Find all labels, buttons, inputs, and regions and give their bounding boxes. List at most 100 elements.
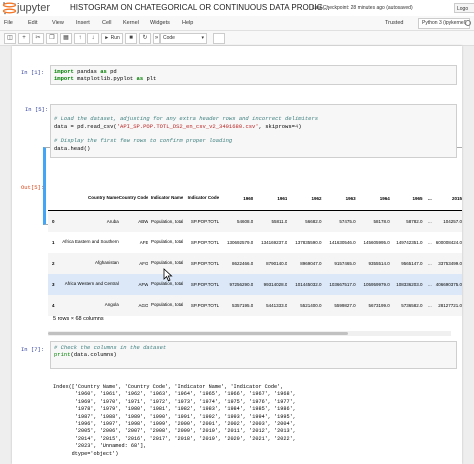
columns-output: Index(['Country Name', 'Country Code', '… (53, 384, 296, 457)
table-cell: Africa Eastern and Southern (62, 239, 119, 245)
table-cell: 141630546.0 (329, 239, 356, 245)
menu-insert[interactable]: Insert (76, 20, 90, 26)
table-cell: AFW (138, 281, 149, 287)
stop-icon[interactable]: ■ (125, 33, 137, 44)
table-header: Country Name (62, 186, 119, 211)
table-cell: Afghanistan (94, 260, 119, 266)
kernel-indicator[interactable]: Python 3 (ipykernel) (418, 18, 471, 29)
run-label: Run (110, 35, 120, 41)
move-up-icon[interactable]: ↑ (74, 33, 86, 44)
table-cell: 406690375.0 (435, 281, 462, 287)
table-cell: 54608.0 (237, 218, 254, 224)
menu-file[interactable]: File (4, 20, 13, 26)
table-cell: SP.POP.TOTL (190, 281, 220, 287)
notebook-title[interactable]: HISTOGRAM ON CHATEGORICAL OR CONTINUOUS … (70, 3, 330, 12)
in-prompt-5: In [5]: (25, 106, 49, 113)
table-cell: 103667517.0 (329, 281, 356, 287)
table-cell: SP.POP.TOTL (190, 218, 220, 224)
menu-cell[interactable]: Cell (102, 20, 111, 26)
in-prompt-1: In [1]: (21, 69, 45, 76)
table-header: 1965 (389, 186, 423, 211)
table-row-hovered: 3 Africa Western and Central AFW Populat… (48, 273, 462, 295)
paste-icon[interactable]: ▦ (60, 33, 72, 44)
table-cell: 8969047.0 (300, 260, 322, 266)
kernel-status-icon (465, 20, 471, 26)
table-cell: 5736582.0 (401, 302, 423, 308)
scrollbar-thumb[interactable] (48, 332, 348, 335)
menubar: File Edit View Insert Cell Kernel Widget… (0, 16, 474, 31)
table-cell: Population, total (151, 239, 184, 245)
table-cell: 137835590.0 (295, 239, 322, 245)
table-cell: 145605995.0 (363, 239, 390, 245)
table-cell: 97256290.0 (229, 281, 254, 287)
logout-button[interactable]: Logo (454, 3, 474, 13)
code-cell-7[interactable]: # Check the columns in the dataset print… (50, 341, 457, 369)
menu-edit[interactable]: Edit (28, 20, 37, 26)
table-header: Indicator Name (148, 186, 184, 211)
code-comment: # Display the first few rows to confirm … (54, 137, 233, 144)
restart-run-icon[interactable]: » (153, 33, 160, 44)
chevron-down-icon: ▾ (201, 35, 204, 41)
table-cell: 104257.0 (443, 218, 462, 224)
table-cell: 105959979.0 (363, 281, 390, 287)
run-button[interactable]: ► Run (101, 33, 123, 44)
table-cell: Population, total (151, 218, 184, 224)
table-cell: ... (428, 281, 432, 287)
cell-type-value: Code (163, 35, 175, 41)
table-header: 1960 (219, 186, 254, 211)
table-cell: 9355514.0 (368, 260, 390, 266)
code-cell-5[interactable]: # Load the dataset, adjusting for any ex… (50, 104, 457, 158)
table-cell: 108336203.0 (396, 281, 423, 287)
table-header: 1964 (355, 186, 390, 211)
code-line: import matplotlib.pyplot as plt (54, 75, 157, 82)
code-comment: # Load the dataset, adjusting for any ex… (54, 115, 319, 122)
table-cell: SP.POP.TOTL (190, 260, 220, 266)
move-down-icon[interactable]: ↓ (87, 33, 99, 44)
cell-type-select[interactable]: Code ▾ (160, 33, 207, 44)
cut-icon[interactable]: ✂ (32, 33, 44, 44)
dataframe-table: Country Name Country Code Indicator Name… (48, 186, 462, 316)
table-cell: Africa Western and Central (64, 281, 119, 287)
menu-help[interactable]: Help (182, 20, 193, 26)
code-cell-1[interactable]: import pandas as pd import matplotlib.py… (50, 65, 457, 85)
table-cell: 57475.0 (339, 218, 356, 224)
table-header: 2015 (431, 186, 462, 211)
table-cell: 56682.0 (305, 218, 322, 224)
table-cell: ... (428, 302, 432, 308)
brand-name[interactable]: jupyter (17, 2, 50, 14)
table-row: 4 Angola AGO Population, total SP.POP.TO… (48, 294, 462, 316)
notebook-page: In [1]: import pandas as pd import matpl… (12, 46, 462, 464)
table-cell: 8790140.0 (266, 260, 288, 266)
table-cell: 33753499.0 (438, 260, 462, 266)
table-row: 1 Africa Eastern and Southern AFE Popula… (48, 232, 462, 253)
keyboard-icon[interactable] (213, 33, 225, 44)
code-line: data = pd.read_csv('API_SP.POP.TOTL_DS2_… (54, 123, 302, 130)
menu-view[interactable]: View (52, 20, 64, 26)
menu-widgets[interactable]: Widgets (150, 20, 170, 26)
table-header: 1962 (287, 186, 322, 211)
table-cell: 28127721.0 (438, 302, 462, 308)
table-cell: Population, total (151, 302, 184, 308)
table-cell: 99314028.0 (263, 281, 288, 287)
table-cell: 8622466.0 (232, 260, 254, 266)
dataframe-shape: 5 rows × 68 columns (53, 316, 104, 322)
restart-icon[interactable]: ↻ (139, 33, 151, 44)
menu-kernel[interactable]: Kernel (123, 20, 139, 26)
horizontal-scrollbar[interactable] (48, 331, 451, 336)
table-cell: 9565147.0 (401, 260, 423, 266)
add-cell-icon[interactable]: + (18, 33, 30, 44)
jupyter-logo-icon[interactable] (2, 1, 17, 15)
table-cell: ... (428, 239, 432, 245)
copy-icon[interactable]: ❐ (46, 33, 58, 44)
table-cell: 149742351.0 (396, 239, 423, 245)
table-cell: Aruba (106, 218, 119, 224)
table-cell: 5357195.0 (232, 302, 254, 308)
row-index: 2 (52, 260, 55, 266)
table-cell: ... (428, 218, 432, 224)
table-cell: ABW (138, 218, 149, 224)
table-header: ... (422, 186, 432, 211)
save-icon[interactable]: ◫ (4, 33, 16, 44)
table-cell: 101445032.0 (295, 281, 322, 287)
toolbar: ◫ + ✂ ❐ ▦ ↑ ↓ ► Run ■ ↻ » Code ▾ (0, 31, 474, 46)
trusted-indicator[interactable]: Trusted (385, 20, 403, 26)
